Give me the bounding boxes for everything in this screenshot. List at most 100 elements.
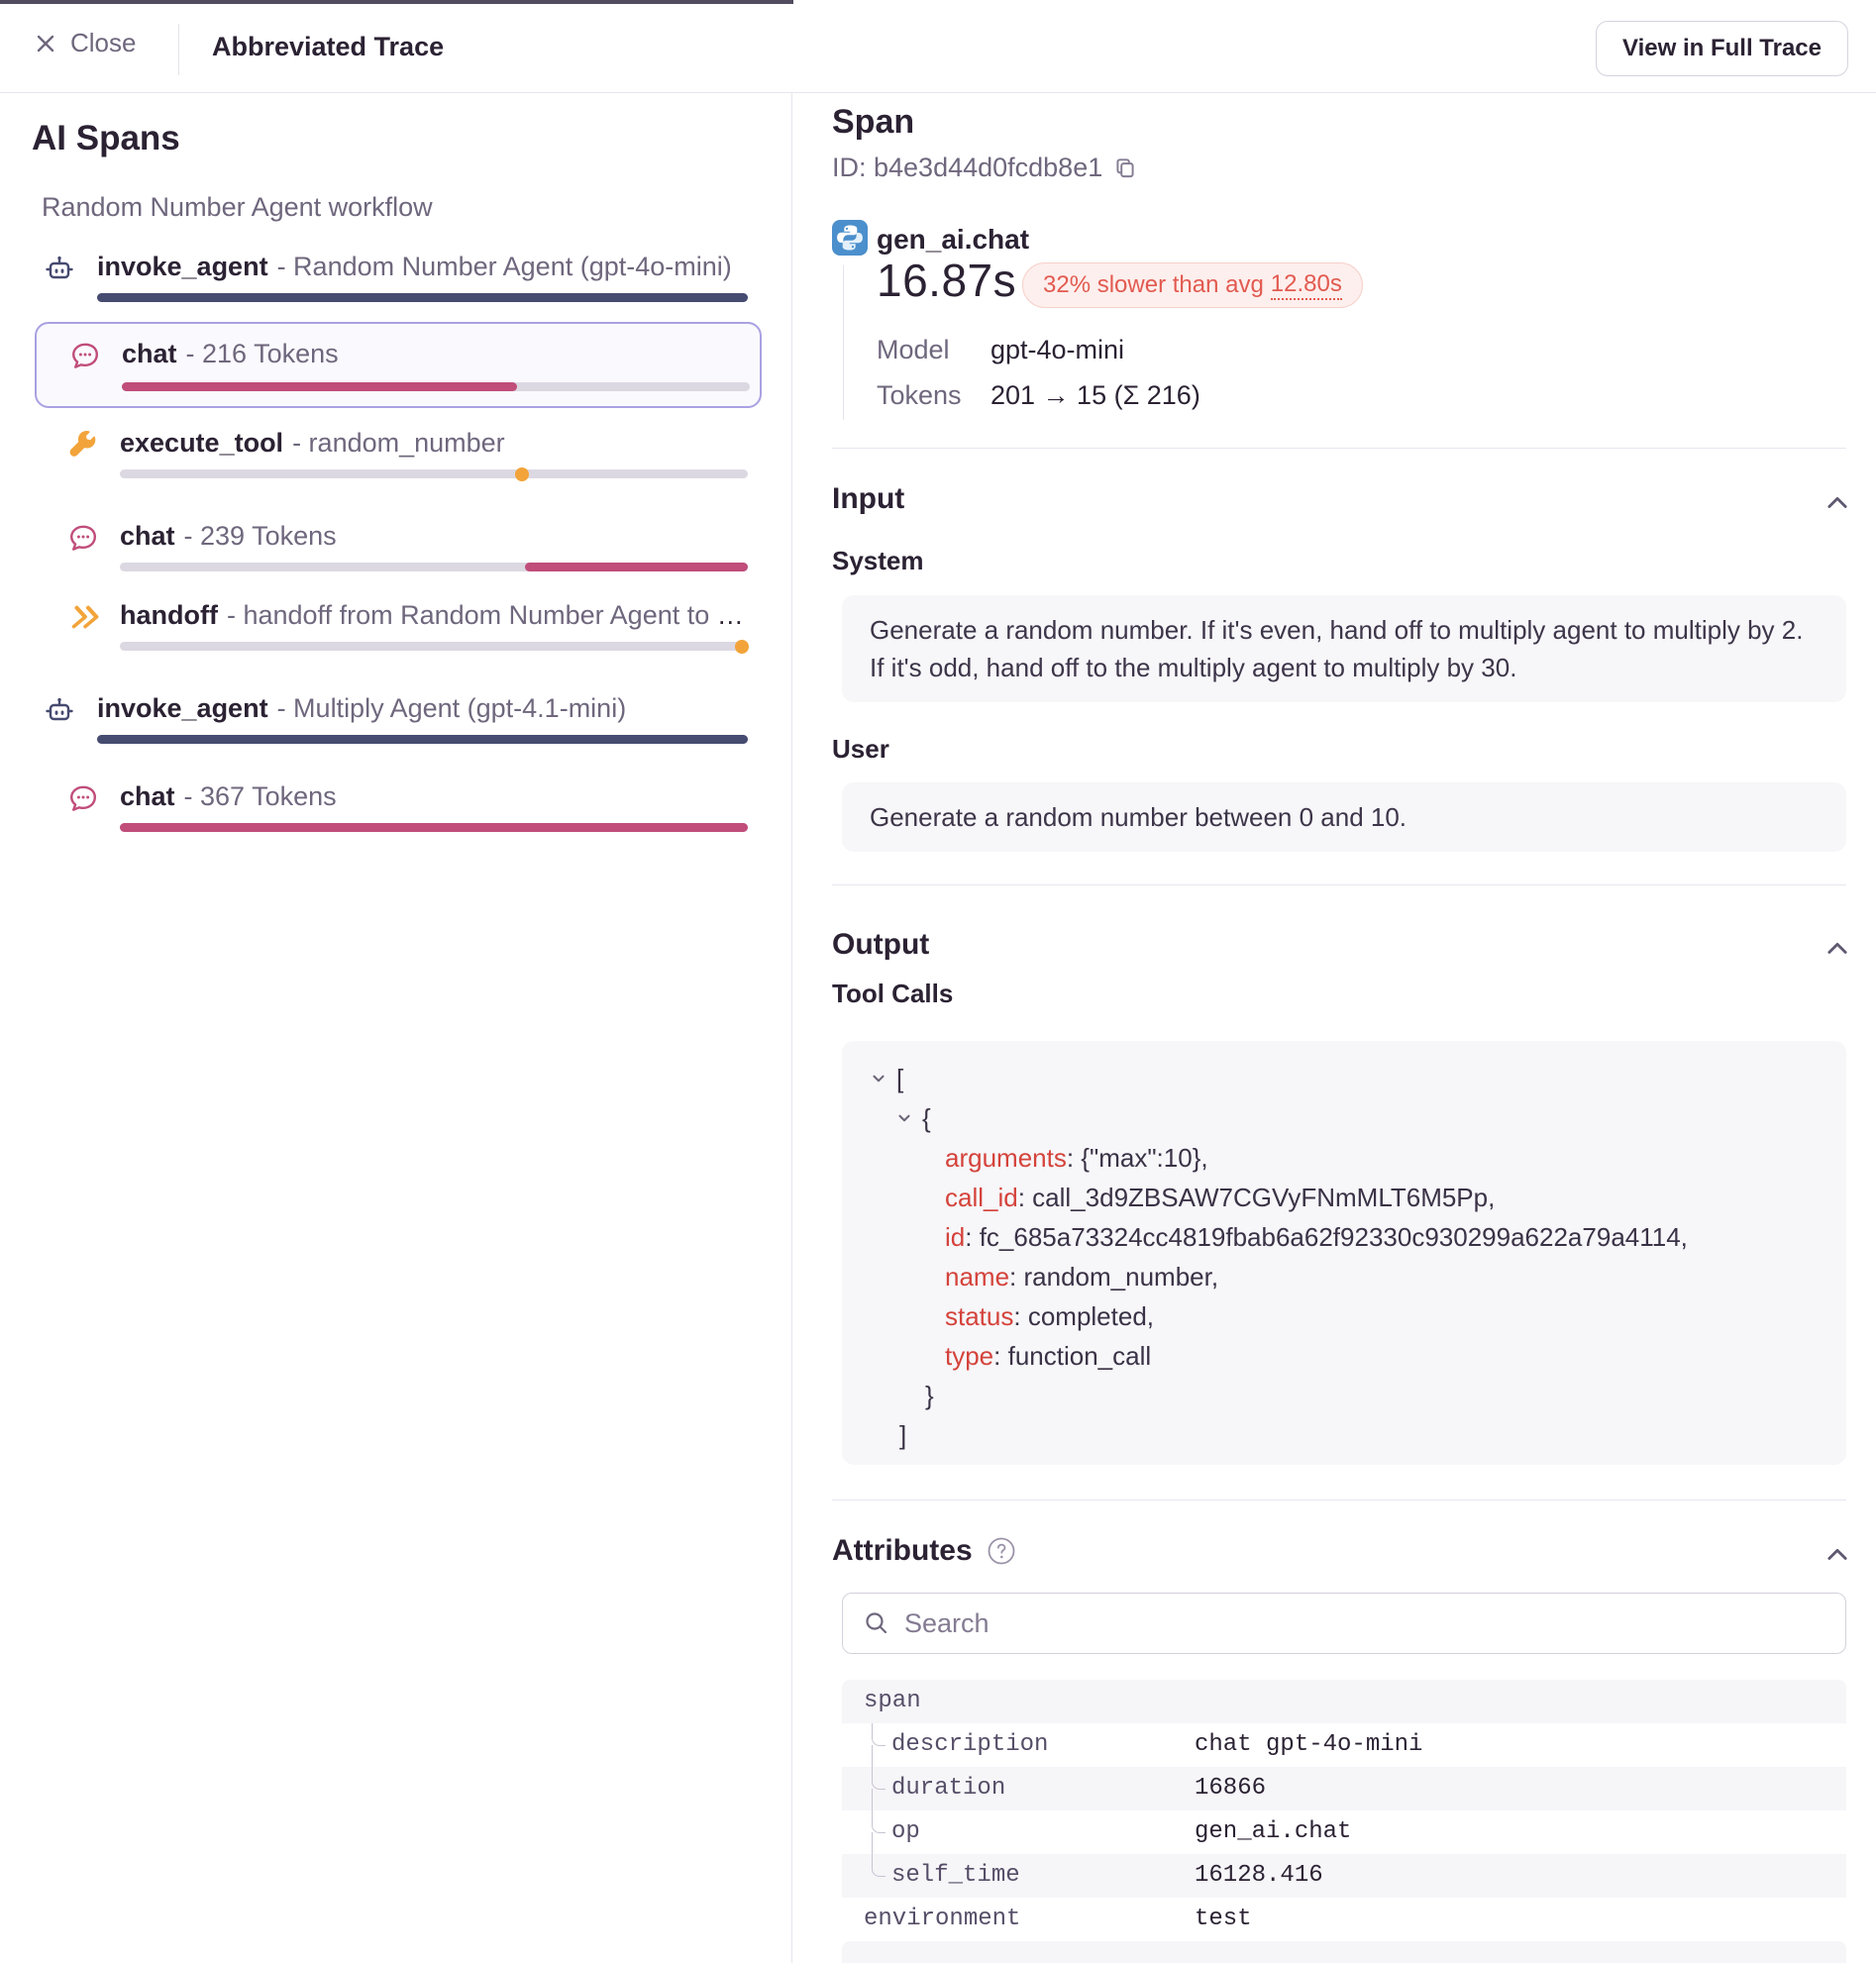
- json-line: [: [870, 1059, 1819, 1098]
- section-divider: [832, 448, 1846, 449]
- attr-row-environment: environment test: [842, 1898, 1846, 1941]
- span-row-label: execute_tool- random_number: [120, 428, 505, 459]
- json-line: }: [870, 1376, 1819, 1415]
- collapse-attributes-icon[interactable]: [1824, 1541, 1851, 1569]
- bar-fill: [525, 563, 748, 571]
- system-label: System: [832, 546, 924, 576]
- attr-value: chat gpt-4o-mini: [1195, 1723, 1422, 1767]
- span-row-label: chat- 367 Tokens: [120, 781, 337, 812]
- chat-bubble-icon: [69, 340, 101, 371]
- span-row-label: handoff- handoff from Random Number Agen…: [120, 600, 764, 631]
- attributes-search-input[interactable]: [904, 1608, 1825, 1639]
- attr-key: self_time: [891, 1854, 1020, 1898]
- span-row-label: invoke_agent- Multiply Agent (gpt-4.1-mi…: [97, 693, 626, 724]
- json-key: id: [945, 1217, 965, 1257]
- span-detail-heading: Span: [832, 103, 914, 142]
- bar-fill: [122, 382, 517, 391]
- json-collapse-icon[interactable]: [870, 1070, 887, 1087]
- attr-value: gen_ai.chat: [1195, 1810, 1351, 1854]
- span-duration-bar: [122, 382, 750, 391]
- attr-key: environment: [864, 1898, 1020, 1941]
- json-colon: :: [993, 1336, 1007, 1376]
- json-key: status: [945, 1296, 1013, 1336]
- attr-row-partial: [842, 1941, 1846, 1963]
- section-divider: [832, 1499, 1846, 1500]
- attr-key: description: [891, 1723, 1048, 1767]
- span-detail-panel: Span ID: b4e3d44d0fcdb8e1 gen_ai.chat 16…: [793, 0, 1876, 1963]
- json-key: name: [945, 1257, 1009, 1296]
- bar-dot: [735, 640, 749, 654]
- span-duration: 16.87s: [877, 254, 1016, 307]
- topbar-divider: [178, 24, 179, 75]
- robot-icon: [44, 253, 75, 284]
- span-row-handoff[interactable]: handoff- handoff from Random Number Agen…: [0, 586, 782, 664]
- span-row-execute_tool[interactable]: execute_tool- random_number: [0, 414, 782, 491]
- json-line: ]: [870, 1415, 1819, 1455]
- span-duration-bar: [120, 563, 748, 571]
- attr-row-op: op gen_ai.chat: [842, 1810, 1846, 1854]
- span-duration-bar: [97, 293, 748, 302]
- span-row-chat[interactable]: chat- 216 Tokens: [35, 322, 762, 408]
- json-value: function_call: [1008, 1336, 1152, 1376]
- json-colon: :: [1013, 1296, 1027, 1336]
- chat-bubble-icon: [67, 782, 99, 814]
- json-key: call_id: [945, 1178, 1018, 1217]
- handoff-icon: [65, 601, 101, 633]
- span-id: ID: b4e3d44d0fcdb8e1: [832, 153, 1138, 183]
- ai-spans-heading: AI Spans: [32, 119, 180, 158]
- span-row-invoke_agent[interactable]: invoke_agent- Multiply Agent (gpt-4.1-mi…: [0, 679, 782, 757]
- model-label: Model: [877, 335, 950, 365]
- json-bracket: [: [896, 1059, 903, 1098]
- attr-row-self_time: self_time 16128.416: [842, 1854, 1846, 1898]
- output-section-heading: Output: [832, 928, 929, 962]
- json-value: call_3d9ZBSAW7CGVyFNmMLT6M5Pp,: [1032, 1178, 1495, 1217]
- span-row-label: chat- 239 Tokens: [120, 521, 337, 552]
- attr-key: span: [864, 1680, 921, 1723]
- json-line: {: [870, 1098, 1819, 1138]
- attr-value: 16866: [1195, 1767, 1266, 1810]
- copy-icon[interactable]: [1112, 155, 1138, 181]
- span-meta-guide-line: [843, 265, 844, 420]
- json-value: random_number,: [1024, 1257, 1219, 1296]
- json-line: type: function_call: [870, 1336, 1819, 1376]
- view-full-trace-button[interactable]: View in Full Trace: [1596, 21, 1848, 76]
- json-line: name: random_number,: [870, 1257, 1819, 1296]
- json-colon: :: [1067, 1138, 1081, 1178]
- span-row-chat[interactable]: chat- 367 Tokens: [0, 768, 782, 845]
- attributes-table: spandescription chat gpt-4o-miniduration1…: [842, 1680, 1846, 1963]
- json-key: arguments: [945, 1138, 1067, 1178]
- attr-value: test: [1195, 1898, 1252, 1941]
- json-bracket: }: [925, 1376, 934, 1415]
- json-bracket: ]: [899, 1415, 906, 1455]
- tool-calls-label: Tool Calls: [832, 979, 953, 1009]
- robot-icon: [44, 694, 75, 726]
- close-button[interactable]: Close: [34, 28, 136, 58]
- ai-spans-panel: AI Spans Random Number Agent workflow in…: [0, 93, 792, 1963]
- span-row-invoke_agent[interactable]: invoke_agent- Random Number Agent (gpt-4…: [0, 238, 782, 315]
- span-duration-bar: [120, 642, 748, 651]
- help-icon[interactable]: [987, 1536, 1016, 1566]
- attr-row-description: description chat gpt-4o-mini: [842, 1723, 1846, 1767]
- json-line: status: completed,: [870, 1296, 1819, 1336]
- collapse-output-icon[interactable]: [1824, 935, 1851, 963]
- json-value: completed,: [1028, 1296, 1154, 1336]
- json-colon: :: [1018, 1178, 1032, 1217]
- badge-avg-value[interactable]: 12.80s: [1271, 270, 1342, 300]
- tool-calls-json: [{arguments: {"max":10},call_id: call_3d…: [842, 1041, 1846, 1465]
- span-id-text: ID: b4e3d44d0fcdb8e1: [832, 153, 1102, 183]
- collapse-input-icon[interactable]: [1824, 489, 1851, 517]
- span-op-title: gen_ai.chat: [877, 224, 1029, 256]
- attr-key: op: [891, 1810, 920, 1854]
- span-row-chat[interactable]: chat- 239 Tokens: [0, 507, 782, 584]
- json-collapse-icon[interactable]: [895, 1109, 913, 1127]
- json-colon: :: [965, 1217, 979, 1257]
- attr-row-duration: duration16866: [842, 1767, 1846, 1810]
- topbar-title: Abbreviated Trace: [212, 32, 444, 62]
- tokens-value: 201 → 15 (Σ 216): [990, 380, 1200, 411]
- model-value: gpt-4o-mini: [990, 335, 1124, 365]
- span-row-label: chat- 216 Tokens: [122, 339, 339, 369]
- json-bracket: {: [922, 1098, 931, 1138]
- attr-value: 16128.416: [1195, 1854, 1323, 1898]
- bar-fill: [97, 293, 748, 302]
- bar-fill: [120, 823, 748, 832]
